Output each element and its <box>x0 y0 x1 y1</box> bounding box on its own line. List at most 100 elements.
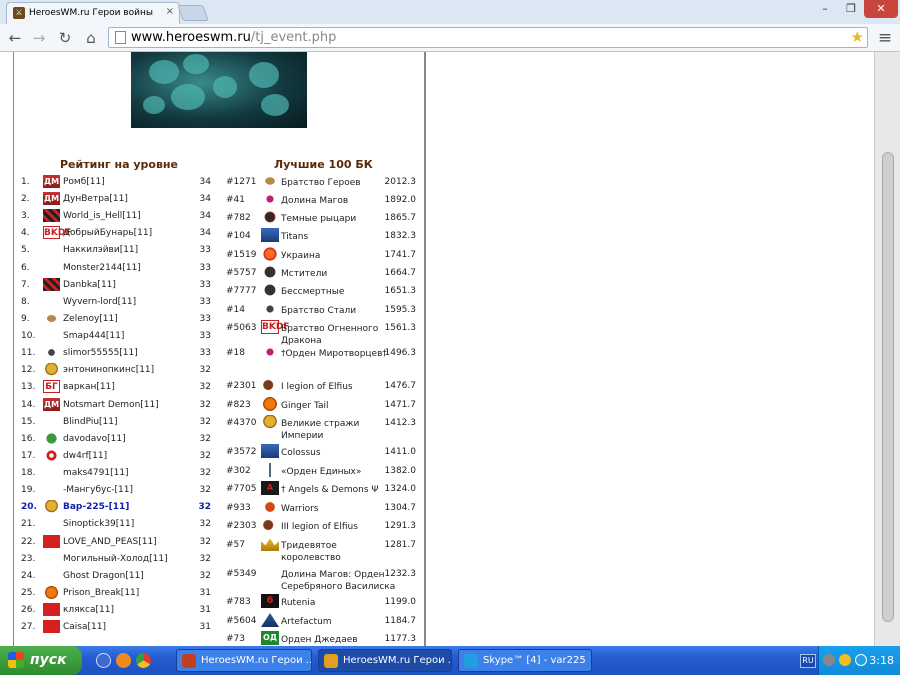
new-tab-button[interactable] <box>177 5 209 21</box>
clan-name-link[interactable]: Темные рыцари <box>281 213 399 225</box>
clan-name-link[interactable]: Братство Героев <box>281 177 399 189</box>
vertical-scrollbar[interactable] <box>874 52 900 646</box>
rating-row[interactable]: 19. -Мангубус-[11] 32 <box>21 482 213 499</box>
clan-emblem-icon[interactable] <box>43 534 60 548</box>
clan-emblem-icon[interactable] <box>261 210 279 224</box>
rating-row[interactable]: 2. ДМ ДунВетра[11] 34 <box>21 191 213 208</box>
clan-row[interactable]: #104 Titans 1832.3 <box>226 228 418 245</box>
start-button[interactable]: пуск <box>0 646 82 675</box>
clan-emblem-icon[interactable]: BKDF <box>43 226 71 240</box>
rating-row[interactable]: 14. ДМ Notsmart Demon[11] 32 <box>21 397 213 414</box>
clan-emblem-icon[interactable] <box>43 311 60 325</box>
clan-emblem-icon[interactable]: ДМ <box>43 397 60 411</box>
clan-row[interactable]: #782 Темные рыцари 1865.7 <box>226 210 418 227</box>
clan-name-link[interactable]: Долина Магов <box>281 195 399 207</box>
clan-emblem-icon[interactable]: ДМ <box>43 175 60 188</box>
clan-name-link[interactable]: III legion of Elfius <box>281 521 399 533</box>
player-name-link[interactable]: Caisa[11] <box>63 622 106 632</box>
clan-name-link[interactable]: Украина <box>281 250 399 262</box>
clan-emblem-icon[interactable]: BKDF <box>261 320 289 334</box>
taskbar-button[interactable]: Skype™ [4] - var225 <box>458 649 592 672</box>
clan-emblem-icon[interactable] <box>261 265 279 279</box>
tab-close-icon[interactable]: × <box>166 6 174 17</box>
rating-row[interactable]: 27. Caisa[11] 31 <box>21 619 213 636</box>
clan-emblem-icon[interactable] <box>43 209 60 223</box>
rating-row[interactable]: 9. Zelenoy[11] 33 <box>21 311 213 328</box>
clan-name-link[interactable]: Долина Магов: Орден Серебряного Василиск… <box>281 569 399 593</box>
rating-row[interactable]: 13. БГ варкан[11] 32 <box>21 379 213 396</box>
clan-emblem-icon[interactable] <box>261 463 279 477</box>
player-name-link[interactable]: Могильный-Холод[11] <box>63 554 168 564</box>
clan-row[interactable]: #5757 Мстители 1664.7 <box>226 265 418 282</box>
rating-row[interactable]: 24. Ghost Dragon[11] 32 <box>21 568 213 585</box>
player-name-link[interactable]: slimor55555[11] <box>63 348 138 358</box>
home-icon[interactable]: ⌂ <box>82 29 100 47</box>
clan-row[interactable]: #302 «Орден Единых» 1382.0 <box>226 463 418 480</box>
clan-row[interactable]: #5063 BKDF Братство Огненного Дракона 1561.… <box>226 320 418 346</box>
clan-emblem-icon[interactable] <box>261 283 279 297</box>
back-icon[interactable]: ← <box>6 29 24 47</box>
clan-name-link[interactable]: Братство Огненного Дракона <box>281 323 399 347</box>
clan-row[interactable]: #3572 Colossus 1411.0 <box>226 444 418 461</box>
clan-emblem-icon[interactable] <box>43 448 60 462</box>
rating-row[interactable]: 8. Wyvern-lord[11] 33 <box>21 294 213 311</box>
rating-row[interactable]: 26. клякса[11] 31 <box>21 602 213 619</box>
rating-row[interactable]: 3. World_is_Hell[11] 34 <box>21 208 213 225</box>
tray-skype-icon[interactable] <box>855 654 867 666</box>
clan-emblem-icon[interactable] <box>261 345 279 359</box>
clan-name-link[interactable]: Братство Стали <box>281 305 399 317</box>
clan-name-link[interactable]: Colossus <box>281 447 399 459</box>
player-name-link[interactable]: Zelenoy[11] <box>63 314 118 324</box>
rating-row[interactable]: 23. Могильный-Холод[11] 32 <box>21 551 213 568</box>
clan-emblem-icon[interactable] <box>43 431 60 445</box>
clan-name-link[interactable]: Rutenia <box>281 597 399 609</box>
rating-row[interactable]: 22. LOVE_AND_PEAS[11] 32 <box>21 534 213 551</box>
clan-name-link[interactable]: Titans <box>281 231 399 243</box>
clan-emblem-icon[interactable] <box>43 585 60 599</box>
player-name-link[interactable]: ДобрыйБунарь[11] <box>63 228 152 238</box>
rating-row[interactable]: 4. BKDF ДобрыйБунарь[11] 34 <box>21 225 213 242</box>
clan-row[interactable]: #73 ОД Орден Джедаев 1177.3 <box>226 631 418 646</box>
clan-row[interactable]: #4370 Великие стражи Империи 1412.3 <box>226 415 418 441</box>
clan-name-link[interactable]: Бессмертные <box>281 286 399 298</box>
player-name-link[interactable]: -Мангубус-[11] <box>63 485 133 495</box>
player-name-link[interactable]: dw4rf[11] <box>63 451 107 461</box>
clan-row[interactable]: #933 Warriors 1304.7 <box>226 500 418 517</box>
quicklaunch-firefox-icon[interactable] <box>116 653 131 668</box>
clan-name-link[interactable]: †Орден Миротворцев† <box>281 348 399 360</box>
rating-row[interactable]: 15. BlindPiu[11] 32 <box>21 414 213 431</box>
language-indicator[interactable]: RU <box>800 654 816 668</box>
clan-row[interactable]: #41 Долина Магов 1892.0 <box>226 192 418 209</box>
rating-row[interactable]: 18. maks4791[11] 32 <box>21 465 213 482</box>
clan-row[interactable]: #783 6 Rutenia 1199.0 <box>226 594 418 611</box>
rating-row[interactable]: 20. Вар-225-[11] 32 <box>21 499 213 516</box>
rating-row[interactable]: 17. dw4rf[11] 32 <box>21 448 213 465</box>
clan-row[interactable]: #7705 A † Angels & Demons Ψ 1324.0 <box>226 481 418 498</box>
clan-name-link[interactable]: I legion of Elfius <box>281 381 399 393</box>
player-name-link[interactable]: BlindPiu[11] <box>63 417 118 427</box>
clan-emblem-icon[interactable] <box>261 378 279 392</box>
rating-row[interactable]: 5. Наккилэйви[11] 33 <box>21 242 213 259</box>
player-name-link[interactable]: ДунВетра[11] <box>63 194 128 204</box>
clan-name-link[interactable]: «Орден Единых» <box>281 466 399 478</box>
player-name-link[interactable]: Ромб[11] <box>63 177 105 187</box>
taskbar-button[interactable]: HeroesWM.ru Герои ... <box>176 649 312 672</box>
bookmark-star-icon[interactable]: ★ <box>851 28 864 46</box>
player-name-link[interactable]: Wyvern-lord[11] <box>63 297 136 307</box>
player-name-link[interactable]: Наккилэйви[11] <box>63 245 138 255</box>
clan-name-link[interactable]: Warriors <box>281 503 399 515</box>
rating-row[interactable]: 12. энтонинопкинс[11] 32 <box>21 362 213 379</box>
clan-name-link[interactable]: Тридевятое королевство <box>281 540 399 564</box>
player-name-link[interactable]: клякса[11] <box>63 605 114 615</box>
clan-name-link[interactable]: † Angels & Demons Ψ <box>281 484 399 496</box>
clan-emblem-icon[interactable]: БГ <box>43 380 60 394</box>
scrollbar-thumb[interactable] <box>882 152 894 622</box>
player-name-link[interactable]: варкан[11] <box>63 382 115 392</box>
clan-row[interactable]: #2301 I legion of Elfius 1476.7 <box>226 378 418 395</box>
clan-row[interactable]: #1519 Украина 1741.7 <box>226 247 418 264</box>
browser-tab[interactable]: ⚔ HeroesWM.ru Герои войны × <box>6 2 180 24</box>
clan-row[interactable]: #14 Братство Стали 1595.3 <box>226 302 418 319</box>
clan-emblem-icon[interactable] <box>261 302 279 316</box>
player-name-link[interactable]: Notsmart Demon[11] <box>63 400 159 410</box>
player-name-link[interactable]: Danbka[11] <box>63 280 116 290</box>
